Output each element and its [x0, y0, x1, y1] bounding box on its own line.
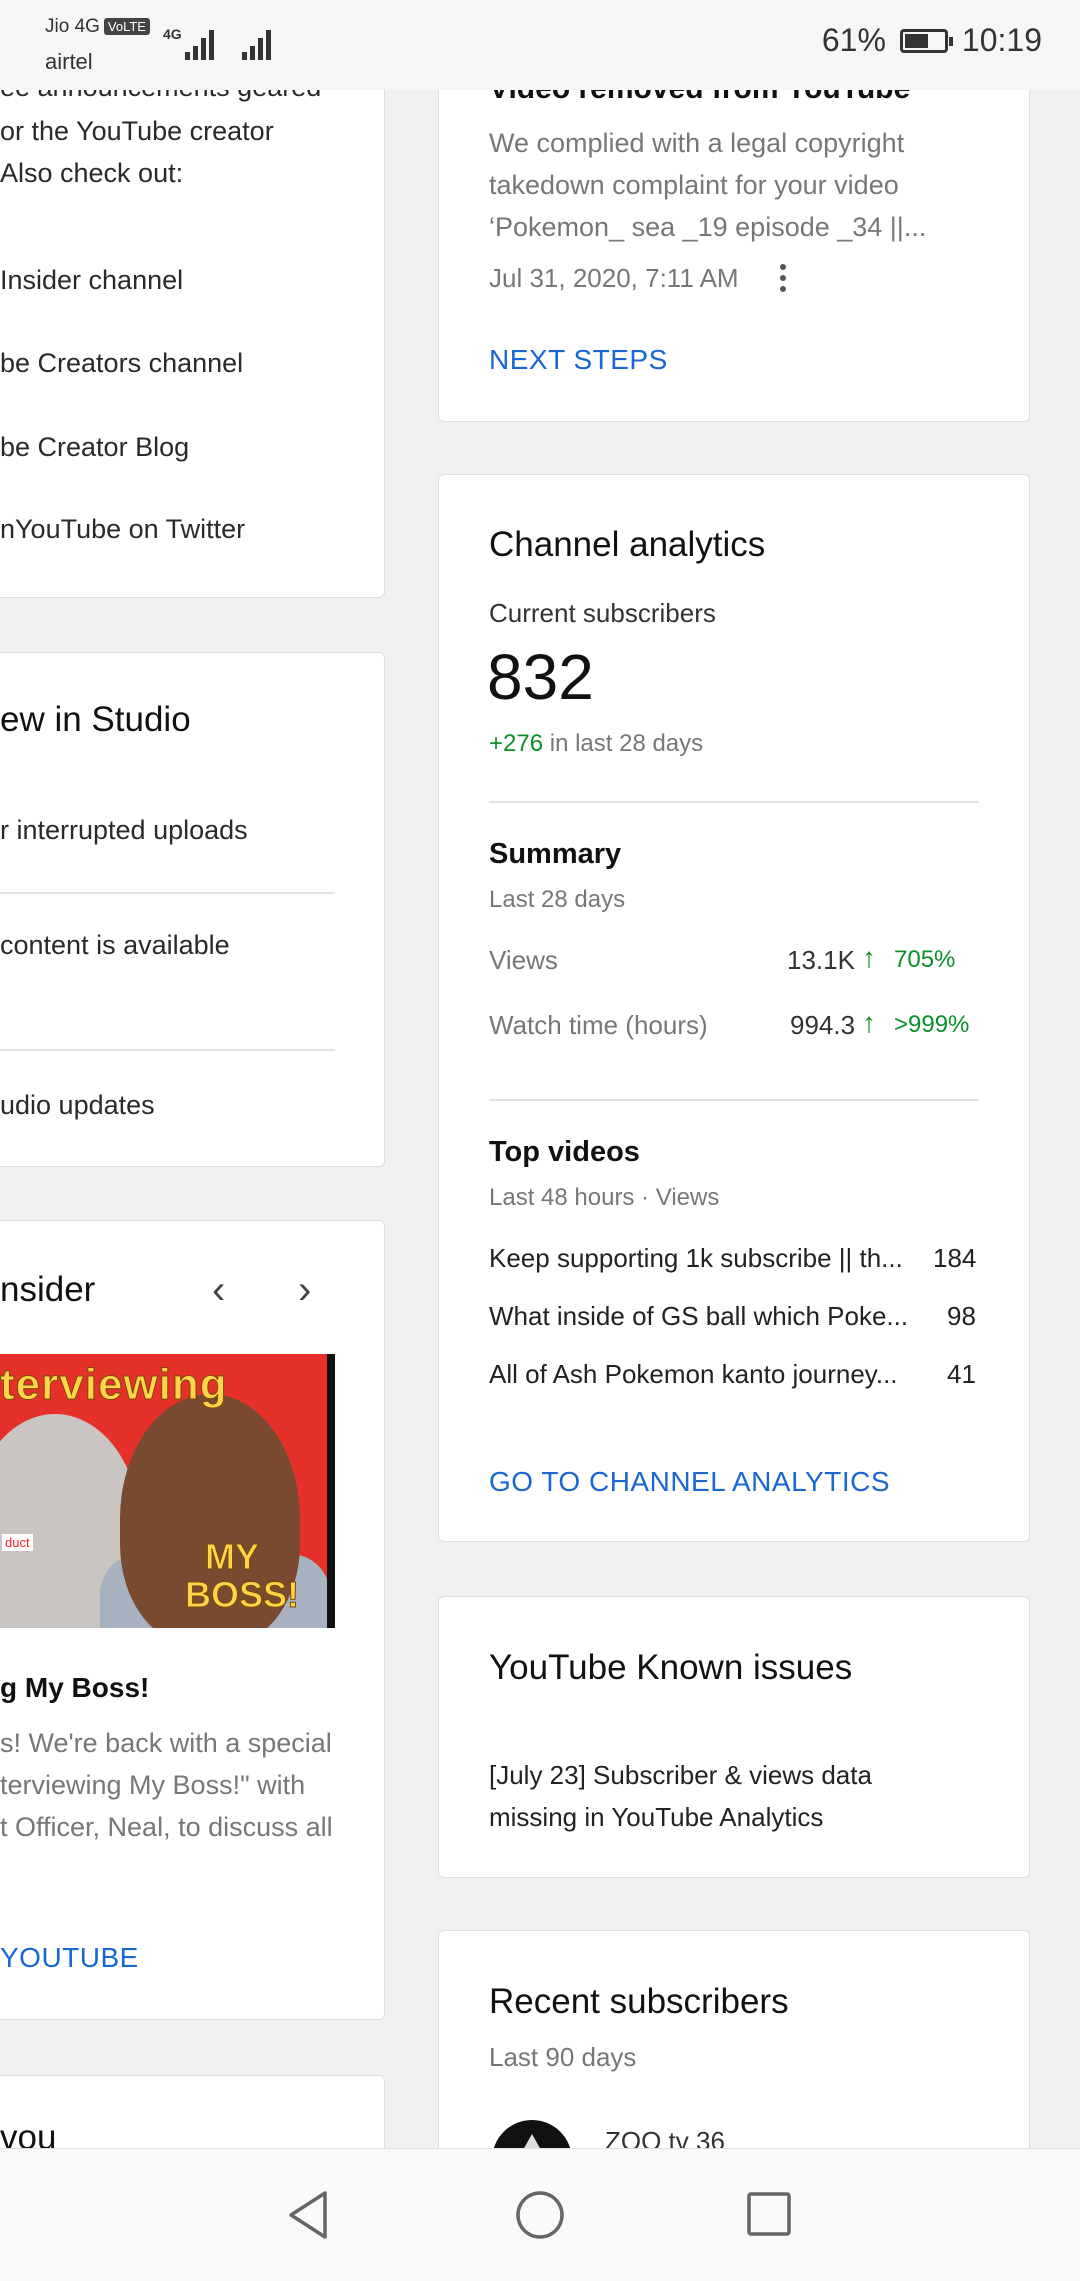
divider	[0, 892, 335, 894]
video-removed-line-1: We complied with a legal copyright	[489, 128, 905, 158]
insider-video-thumbnail[interactable]: terviewing duct MY BOSS!	[0, 1354, 335, 1628]
arrow-up-icon: ↑	[862, 942, 876, 973]
summary-title: Summary	[489, 838, 622, 870]
subscriber-change: +276 in last 28 days	[489, 730, 703, 758]
more-options-icon[interactable]	[778, 262, 786, 294]
top-videos-title: Top videos	[489, 1136, 640, 1168]
metric-watchtime-label: Watch time (hours)	[489, 1010, 708, 1040]
metric-views-change: 705%	[894, 946, 956, 973]
divider	[489, 1099, 979, 1101]
recents-icon[interactable]	[746, 2189, 792, 2241]
link-insider-channel[interactable]: Insider channel	[0, 265, 183, 296]
top-video-views: 41	[947, 1359, 976, 1389]
recent-subscribers-title: Recent subscribers	[489, 1982, 789, 2021]
studio-card-title: ew in Studio	[0, 700, 191, 739]
go-to-channel-analytics-button[interactable]: GO TO CHANNEL ANALYTICS	[489, 1466, 890, 1498]
announce-line-3: Also check out:	[0, 158, 184, 188]
top-videos-period: Last 48 hours · Views	[489, 1184, 720, 1211]
summary-period: Last 28 days	[489, 886, 626, 913]
volte-badge: VoLTE	[103, 18, 150, 36]
chevron-left-icon[interactable]: ‹	[212, 1268, 225, 1313]
carrier-primary: Jio 4G VoLTE	[45, 16, 150, 38]
recent-subscribers-period: Last 90 days	[489, 2042, 637, 2072]
top-video-views: 98	[947, 1301, 976, 1331]
watch-on-youtube-link[interactable]: YOUTUBE	[0, 1942, 139, 1974]
studio-item-3[interactable]: udio updates	[0, 1090, 155, 1121]
chevron-right-icon[interactable]: ›	[298, 1268, 311, 1313]
insider-desc-line-3: t Officer, Neal, to discuss all	[0, 1812, 333, 1842]
metric-watchtime-change: >999%	[894, 1011, 970, 1038]
top-video-title[interactable]: All of Ash Pokemon kanto journey...	[489, 1359, 898, 1390]
status-bar: Jio 4G VoLTE airtel 4G 61% 10:19	[0, 0, 1080, 90]
studio-item-2[interactable]: content is available	[0, 930, 230, 961]
link-creator-blog[interactable]: be Creator Blog	[0, 432, 189, 463]
thumbnail-headline: terviewing	[0, 1360, 228, 1410]
metric-views-label: Views	[489, 945, 558, 975]
insider-desc-line-1: s! We're back with a special	[0, 1728, 332, 1758]
thumbnail-tag: duct	[2, 1534, 33, 1551]
carrier-primary-label: Jio 4G	[45, 16, 100, 37]
top-video-title[interactable]: What inside of GS ball which Poke...	[489, 1301, 908, 1332]
subscriber-change-period: in last 28 days	[549, 730, 704, 757]
back-icon[interactable]	[285, 2189, 331, 2241]
known-issue-line-2[interactable]: missing in YouTube Analytics	[489, 1802, 823, 1833]
carrier-secondary: airtel	[45, 49, 93, 74]
link-youtube-twitter[interactable]: nYouTube on Twitter	[0, 514, 245, 545]
battery-icon	[899, 28, 953, 53]
battery-fill	[904, 33, 928, 48]
video-removed-date: Jul 31, 2020, 7:11 AM	[489, 263, 739, 293]
clock: 10:19	[961, 22, 1042, 58]
subscriber-change-value: +276	[489, 730, 544, 757]
video-removed-line-3: ‘Pokemon_ sea _19 episode _34 ||...	[489, 212, 927, 242]
divider	[489, 801, 979, 803]
top-video-title[interactable]: Keep supporting 1k subscribe || th...	[489, 1243, 903, 1274]
signal-icon-2	[242, 28, 272, 60]
thumbnail-edge	[327, 1354, 335, 1628]
thumbnail-text-my: MY	[205, 1536, 260, 1578]
insider-desc-line-2: terviewing My Boss!" with	[0, 1770, 306, 1800]
insider-video-title: g My Boss!	[0, 1672, 150, 1703]
studio-item-1[interactable]: r interrupted uploads	[0, 815, 248, 846]
status-right: 61% 10:19	[822, 22, 1042, 59]
thumbnail-text-boss: BOSS!	[184, 1574, 300, 1616]
system-nav-bar	[0, 2148, 1080, 2281]
insider-card-title: nsider	[0, 1270, 96, 1309]
battery-percent: 61%	[821, 22, 886, 58]
network-type: 4G	[163, 26, 182, 42]
next-steps-button[interactable]: NEXT STEPS	[489, 344, 668, 376]
metric-views-value: 13.1K	[787, 945, 855, 975]
home-icon[interactable]	[515, 2189, 565, 2241]
subscriber-count: 832	[487, 641, 594, 713]
known-issue-line-1[interactable]: [July 23] Subscriber & views data	[489, 1760, 872, 1791]
subscribers-label: Current subscribers	[489, 598, 716, 628]
signal-icon	[185, 28, 215, 60]
known-issues-card	[438, 1596, 1030, 1878]
announce-line-2: or the YouTube creator	[0, 116, 274, 146]
video-removed-line-2: takedown complaint for your video	[489, 170, 899, 200]
metric-watchtime-value: 994.3	[790, 1010, 856, 1040]
analytics-title: Channel analytics	[489, 525, 766, 564]
link-creators-channel[interactable]: be Creators channel	[0, 348, 243, 379]
known-issues-title: YouTube Known issues	[489, 1648, 853, 1687]
top-video-views: 184	[933, 1243, 977, 1273]
arrow-up-icon: ↑	[862, 1007, 876, 1038]
divider	[0, 1049, 335, 1051]
